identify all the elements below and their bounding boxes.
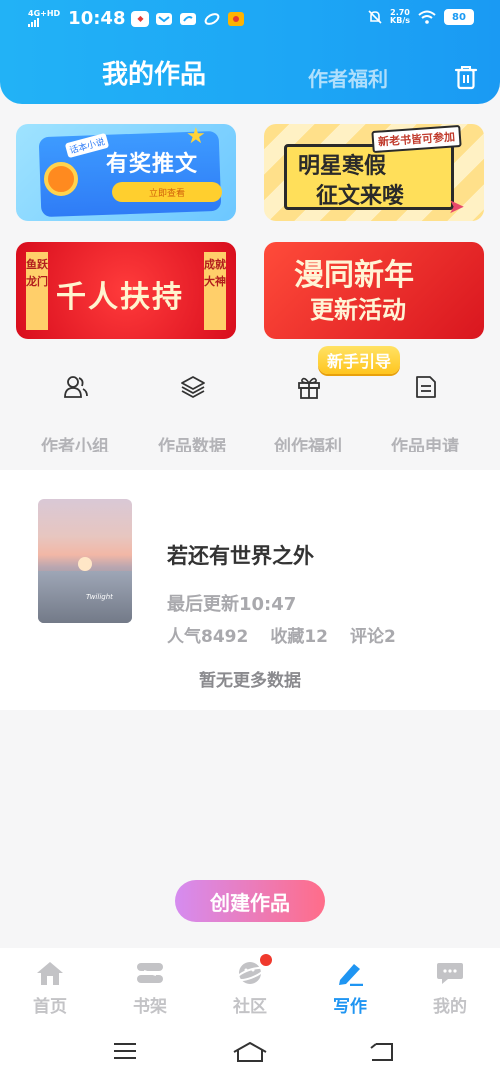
banner-recommend[interactable]: ★ 话本小说 有奖推文 立即查看 [16,124,236,221]
header: 4G+HD 10:48 ◆ 2.70 KB/s 80 我的作品 作者福利 [0,0,500,104]
mail-icon [156,12,173,25]
network-speed: 2.70 KB/s [390,9,410,25]
nav-writing[interactable]: 写作 [300,948,400,1024]
signal-icon [28,18,60,27]
users-icon [64,376,88,398]
network-indicator: 4G+HD [28,10,60,27]
game-icon [228,11,245,26]
megaphone-icon [44,162,78,196]
nav-community[interactable]: 社区 [200,948,300,1024]
network-label: 4G+HD [28,9,61,18]
battery-level: 80 [452,11,466,23]
banner-title: 千人扶持 [56,280,184,315]
nav-bookshelf[interactable]: 书架 [100,948,200,1024]
gift-icon [298,377,320,399]
clock: 10:48 [68,8,126,29]
new-user-guide-badge[interactable]: 新手引导 [318,346,400,374]
back-icon[interactable] [368,1042,394,1062]
chat-bubble-icon [437,963,463,984]
speed-unit: KB/s [390,16,410,25]
pen-icon [339,964,363,986]
tab-my-works[interactable]: 我的作品 [102,54,206,91]
nav-label: 社区 [233,997,267,1017]
status-bar: 4G+HD 10:48 ◆ 2.70 KB/s 80 [0,0,500,40]
nav-label: 书架 [133,997,167,1017]
work-title[interactable]: 若还有世界之外 [167,540,314,570]
battery-icon: 80 [444,9,474,25]
work-last-update: 最后更新10:47 [167,594,297,615]
link-icon [205,12,220,25]
paper-plane-icon: ➤ [448,194,465,218]
banner-line1: 明星寒假 [298,154,387,179]
mute-icon [368,10,382,24]
system-nav-bar [0,1024,500,1069]
banner-line1: 漫同新年 [294,258,414,293]
work-popularity: 人气8492 [167,627,249,647]
work-favorites: 收藏12 [270,627,328,647]
quick-action-work-application[interactable]: 作品申请 [367,370,483,456]
quick-action-label: 作品申请 [391,437,459,452]
document-icon [416,376,436,398]
cover-sun [78,557,92,571]
nav-label: 首页 [33,997,67,1017]
app-notification-icon: ◆ [131,10,150,27]
work-comments: 评论2 [350,627,396,647]
home-button-icon[interactable] [233,1042,267,1062]
book-cover[interactable]: Twilight [38,499,132,623]
quick-action-label: 创作福利 [274,437,342,452]
banner-line2: 更新活动 [310,296,406,324]
create-work-button[interactable]: 创建作品 [175,880,325,922]
trash-icon[interactable] [454,64,478,90]
menu-icon[interactable] [113,1042,137,1060]
wifi-icon [418,10,436,24]
banner-title: 有奖推文 [106,152,199,177]
bottom-nav: 首页 书架 社区 写作 我的 [0,948,500,1024]
status-left: 4G+HD 10:48 ◆ [28,8,245,29]
cover-signature: Twilight [86,593,113,601]
nav-label: 我的 [433,997,467,1017]
quick-action-label: 作品数据 [158,437,226,452]
banner-new-year[interactable]: 漫同新年 更新活动 [264,242,484,339]
bookshelf-icon [137,963,163,983]
quick-action-work-data[interactable]: 作品数据 [134,370,250,456]
banner-winter-contest[interactable]: 新老书皆可参加 明星寒假 征文来喽 ➤ [264,124,484,221]
status-right: 2.70 KB/s 80 [368,9,474,25]
banner-line2: 征文来喽 [316,184,405,209]
no-more-data: 暂无更多数据 [199,671,301,691]
tab-author-benefits[interactable]: 作者福利 [308,63,388,92]
banner-cta: 立即查看 [112,182,222,202]
quick-action-label: 作者小组 [41,437,109,452]
nav-label: 写作 [333,997,367,1017]
banner-support[interactable]: 鱼跃龙门 成就大神 千人扶持 [16,242,236,339]
planet-icon [236,962,264,984]
community-notification-dot [260,954,272,966]
right-couplet: 成就大神 [204,252,226,330]
cover-sea [38,571,132,623]
nav-home[interactable]: 首页 [0,948,100,1024]
quick-action-author-group[interactable]: 作者小组 [17,370,133,456]
left-couplet: 鱼跃龙门 [26,252,48,330]
work-stats: 人气8492 收藏12 评论2 [167,622,396,647]
cloud-icon [180,12,197,25]
home-icon [37,962,63,985]
quick-action-creation-benefits[interactable]: 创作福利 [250,370,366,456]
nav-mine[interactable]: 我的 [400,948,500,1024]
layers-icon [181,376,205,398]
